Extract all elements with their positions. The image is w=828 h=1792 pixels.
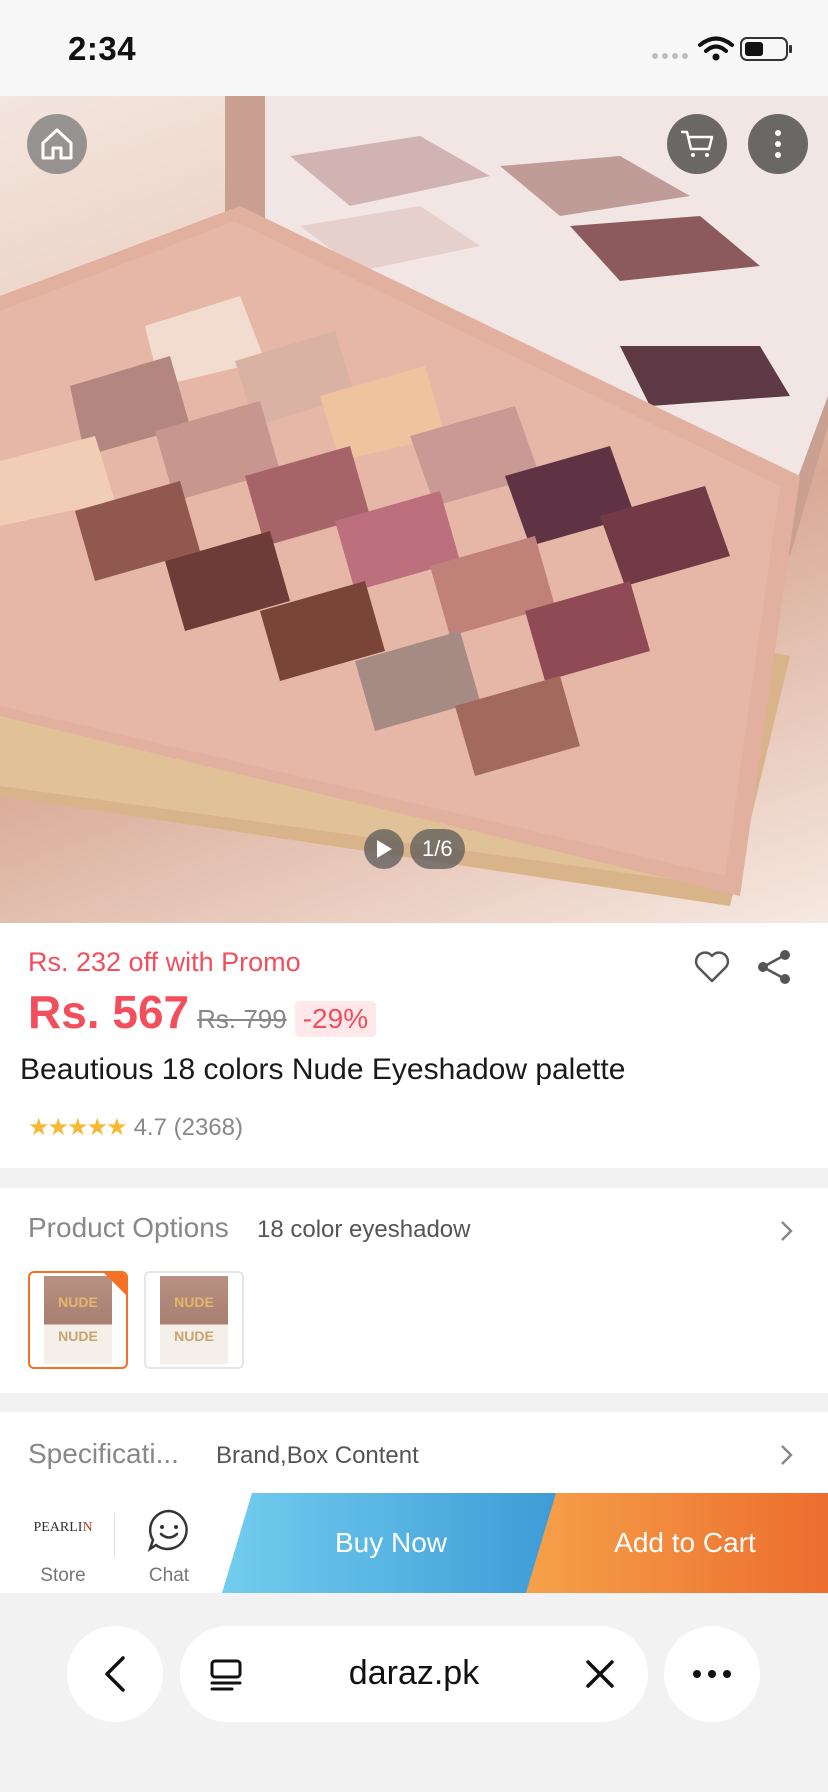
option-thumbnail-2[interactable]: NUDE NUDE bbox=[144, 1271, 244, 1369]
specification-label: Specificati... bbox=[28, 1438, 179, 1469]
product-options-value: 18 color eyeshadow bbox=[257, 1216, 471, 1243]
price-row: Rs. 567 Rs. 799 -29% bbox=[28, 985, 377, 1039]
horizontal-dots-icon bbox=[693, 1670, 731, 1678]
rating-stars: ★★★★★ bbox=[28, 1114, 128, 1141]
image-counter: 1/6 bbox=[410, 829, 465, 869]
thumbnail-text-bottom: NUDE bbox=[58, 1328, 98, 1344]
option-thumbnail-image: NUDE NUDE bbox=[44, 1276, 112, 1364]
chat-button[interactable]: Chat bbox=[126, 1503, 212, 1587]
chevron-right-icon bbox=[781, 1221, 793, 1241]
store-label: Store bbox=[40, 1565, 86, 1586]
discount-badge: -29% bbox=[294, 1001, 377, 1037]
product-title: Beautious 18 colors Nude Eyeshadow palet… bbox=[20, 1053, 626, 1086]
address-bar[interactable]: daraz.pk bbox=[180, 1626, 648, 1722]
chevron-right-icon bbox=[781, 1445, 793, 1465]
option-thumbnail-1[interactable]: NUDE NUDE bbox=[28, 1271, 128, 1369]
thumbnail-text-bottom: NUDE bbox=[174, 1328, 214, 1344]
rating-row[interactable]: ★★★★★ 4.7 (2368) bbox=[28, 1113, 243, 1142]
current-price: Rs. 567 bbox=[28, 986, 190, 1038]
browser-more-button[interactable] bbox=[664, 1626, 760, 1722]
url-text: daraz.pk bbox=[348, 1654, 480, 1692]
product-options-card[interactable]: Product Options 18 color eyeshadow NUDE … bbox=[0, 1188, 828, 1393]
status-time: 2:34 bbox=[68, 30, 137, 67]
status-bar: 2:34 bbox=[0, 0, 828, 96]
specification-value: Brand,Box Content bbox=[216, 1442, 419, 1469]
cart-icon bbox=[681, 130, 714, 157]
wishlist-heart-icon[interactable] bbox=[692, 947, 732, 987]
play-video-button[interactable] bbox=[364, 829, 404, 869]
product-image-gallery[interactable]: 1/6 bbox=[0, 96, 828, 923]
chat-icon bbox=[147, 1509, 188, 1553]
home-button[interactable] bbox=[27, 114, 87, 174]
thumbnail-text-top: NUDE bbox=[58, 1294, 98, 1310]
option-thumbnail-image: NUDE NUDE bbox=[160, 1276, 228, 1364]
promo-text[interactable]: Rs. 232 off with Promo bbox=[28, 947, 301, 978]
wifi-icon bbox=[698, 36, 734, 61]
original-price: Rs. 799 bbox=[197, 1004, 287, 1034]
product-page: 2:34 1/6 Rs. 232 off with Promo Rs. 567 … bbox=[0, 0, 828, 1792]
product-options-label: Product Options bbox=[28, 1212, 229, 1243]
close-icon[interactable] bbox=[582, 1656, 618, 1692]
more-options-button[interactable] bbox=[748, 114, 808, 174]
battery-icon bbox=[740, 37, 792, 61]
share-icon[interactable] bbox=[754, 947, 794, 987]
bottom-action-bar: PEARLI N Store Chat Buy Now Add to Cart bbox=[0, 1493, 828, 1593]
thumbnail-text-top: NUDE bbox=[174, 1294, 214, 1310]
back-button[interactable] bbox=[67, 1626, 163, 1722]
cellular-signal-icon bbox=[652, 53, 688, 59]
vertical-dots-icon bbox=[775, 130, 781, 158]
chevron-left-icon bbox=[105, 1656, 125, 1692]
product-image bbox=[0, 96, 828, 906]
store-logo: PEARLI N bbox=[33, 1520, 93, 1535]
divider bbox=[114, 1513, 115, 1557]
chat-label: Chat bbox=[148, 1565, 190, 1586]
home-icon bbox=[41, 128, 73, 160]
specification-row[interactable]: Specificati... Brand,Box Content bbox=[0, 1412, 828, 1496]
store-button[interactable]: PEARLI N Store bbox=[20, 1503, 106, 1587]
product-info-card: Rs. 232 off with Promo Rs. 567 Rs. 799 -… bbox=[0, 923, 828, 1168]
add-to-cart-button[interactable]: Add to Cart bbox=[526, 1493, 828, 1593]
buy-now-button[interactable]: Buy Now bbox=[222, 1493, 560, 1593]
play-icon bbox=[377, 840, 392, 858]
browser-toolbar: daraz.pk bbox=[0, 1593, 828, 1792]
rating-text: 4.7 (2368) bbox=[133, 1113, 243, 1141]
cart-button[interactable] bbox=[667, 114, 727, 174]
gallery-indicator: 1/6 bbox=[364, 829, 465, 869]
